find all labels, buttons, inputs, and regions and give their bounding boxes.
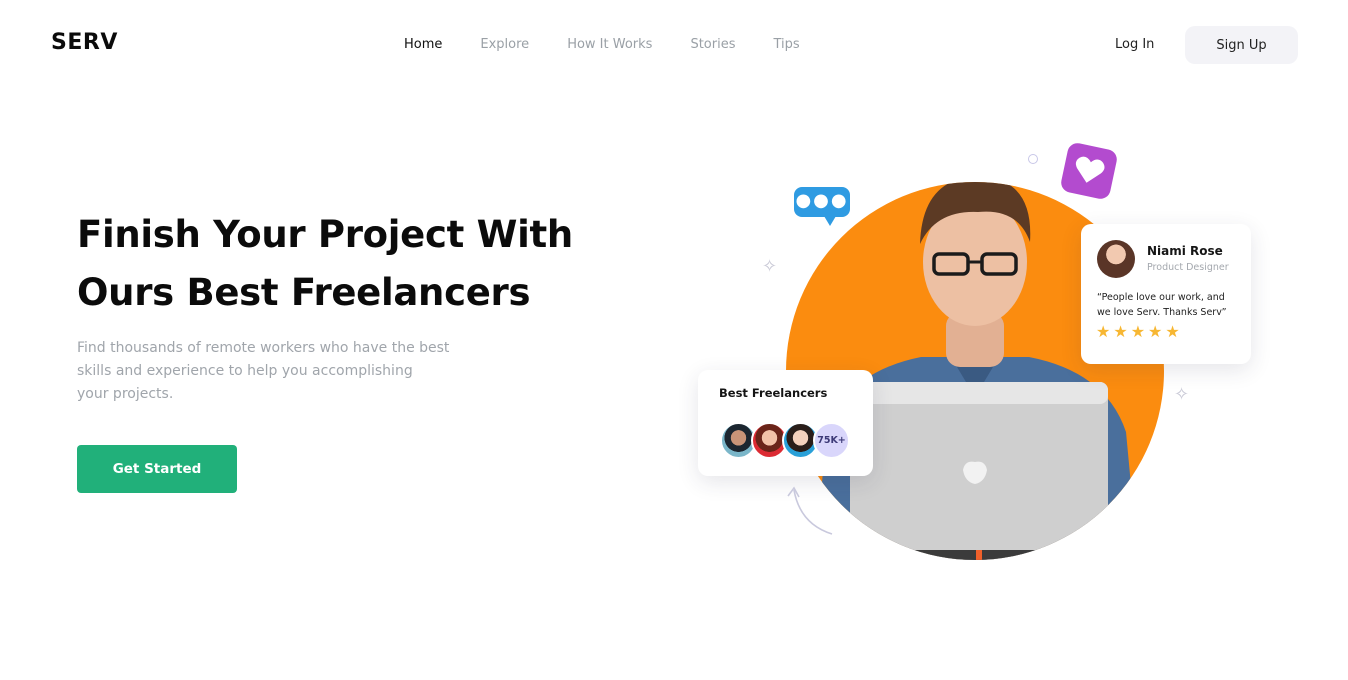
logo[interactable]: SERV [51,30,118,55]
best-freelancers-card: Best Freelancers 75K+ [698,370,873,476]
review-quote: “People love our work, and we love Serv.… [1097,290,1245,320]
hero-headline-line: Finish Your Project With [77,213,573,256]
hero-headline: Finish Your Project With Ours Best Freel… [77,206,597,322]
hero-subtitle: Find thousands of remote workers who hav… [77,337,497,406]
hero-subtitle-line: skills and experience to help you accomp… [77,363,413,379]
hero-headline-line: Ours Best Freelancers [77,271,531,314]
review-card: Niami Rose Product Designer “People love… [1081,224,1251,364]
star-rating-icon: ★★★★★ [1096,322,1183,341]
hero-illustration: ●●● ✧ ✧ Niami Rose Product Designer “Peo… [690,130,1290,570]
reviewer-name: Niami Rose [1147,244,1223,258]
chat-bubble-icon: ●●● [794,187,850,226]
best-freelancers-title: Best Freelancers [719,386,828,400]
sparkle-icon: ✧ [1174,384,1190,405]
signup-button[interactable]: Sign Up [1185,26,1298,64]
heart-icon [1059,141,1119,201]
hero-subtitle-line: your projects. [77,386,174,402]
freelancer-count-badge: 75K+ [813,422,850,459]
nav-item-stories[interactable]: Stories [690,36,735,53]
arrow-icon [787,486,833,535]
review-quote-line: we love Serv. Thanks Serv” [1097,307,1227,318]
nav-item-how-it-works[interactable]: How It Works [567,36,652,53]
sparkle-icon: ✧ [762,256,778,277]
reviewer-role: Product Designer [1147,262,1229,273]
nav-item-tips[interactable]: Tips [773,36,799,53]
main-nav: Home Explore How It Works Stories Tips [404,36,838,53]
review-quote-line: “People love our work, and [1097,292,1225,303]
get-started-button[interactable]: Get Started [77,445,237,493]
ring-decoration-icon [1028,154,1038,164]
avatar [1097,240,1135,278]
hero-subtitle-line: Find thousands of remote workers who hav… [77,340,450,356]
nav-item-home[interactable]: Home [404,36,442,53]
login-link[interactable]: Log In [1115,36,1154,53]
nav-item-explore[interactable]: Explore [480,36,529,53]
